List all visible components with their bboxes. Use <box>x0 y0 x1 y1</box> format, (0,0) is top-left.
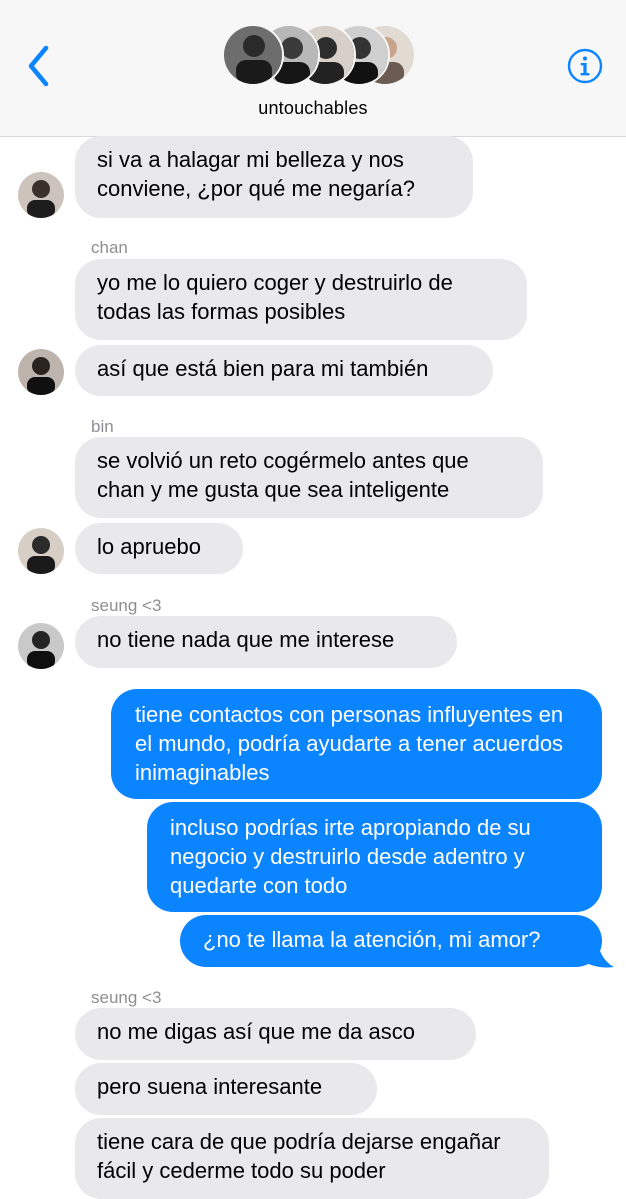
incoming-message-bubble[interactable]: se volvió un reto cogérmelo antes que ch… <box>75 437 543 518</box>
outgoing-message-bubble[interactable]: incluso podrías irte apropiando de su ne… <box>147 802 602 912</box>
group-avatar-1 <box>222 24 284 86</box>
sender-avatar[interactable] <box>18 528 64 574</box>
group-avatar-stack[interactable] <box>222 24 416 86</box>
message-text: no me digas así que me da asco <box>97 1019 415 1044</box>
message-text: yo me lo quiero coger y destruirlo de to… <box>97 270 453 324</box>
message-text: así que está bien para mi también <box>97 356 429 381</box>
message-text: ¿no te llama la atención, mi amor? <box>203 927 541 952</box>
incoming-message-bubble[interactable]: pero suena interesante <box>75 1063 377 1115</box>
incoming-message-bubble[interactable]: no me digas así que me da asco <box>75 1008 476 1060</box>
outgoing-message-bubble[interactable]: ¿no te llama la atención, mi amor? <box>180 915 602 967</box>
outgoing-message-bubble[interactable]: tiene contactos con personas influyentes… <box>111 689 602 799</box>
info-circle-icon <box>567 48 603 84</box>
sender-avatar[interactable] <box>18 349 64 395</box>
sender-avatar[interactable] <box>18 172 64 218</box>
incoming-message-bubble[interactable]: no tiene nada que me interese <box>75 616 457 668</box>
sender-name: seung <3 <box>91 596 162 615</box>
message-text: no tiene nada que me interese <box>97 627 395 652</box>
message-text: se volvió un reto cogérmelo antes que ch… <box>97 448 469 502</box>
incoming-message-bubble[interactable]: yo me lo quiero coger y destruirlo de to… <box>75 259 527 340</box>
message-text: tiene cara de que podría dejarse engañar… <box>97 1129 501 1183</box>
message-text: tiene contactos con personas influyentes… <box>135 702 564 785</box>
message-text: incluso podrías irte apropiando de su ne… <box>170 815 531 898</box>
back-button[interactable] <box>22 40 62 92</box>
incoming-message-bubble[interactable]: lo apruebo <box>75 523 243 574</box>
sender-name: seung <3 <box>91 988 162 1007</box>
incoming-message-bubble[interactable]: tiene cara de que podría dejarse engañar… <box>75 1118 549 1199</box>
conversation-header: untouchables <box>0 0 626 137</box>
sender-name: chan <box>91 238 128 257</box>
sender-name: bin <box>91 417 114 436</box>
incoming-message-bubble[interactable]: así que está bien para mi también <box>75 345 493 396</box>
message-text: lo apruebo <box>97 534 201 559</box>
sender-avatar[interactable] <box>18 623 64 669</box>
info-button[interactable] <box>566 47 604 85</box>
message-text: pero suena interesante <box>97 1074 323 1099</box>
message-text: si va a halagar mi belleza y nos convien… <box>97 147 415 201</box>
incoming-message-bubble[interactable]: si va a halagar mi belleza y nos convien… <box>75 136 473 218</box>
chevron-left-icon <box>28 45 49 87</box>
group-name[interactable]: untouchables <box>0 98 626 119</box>
